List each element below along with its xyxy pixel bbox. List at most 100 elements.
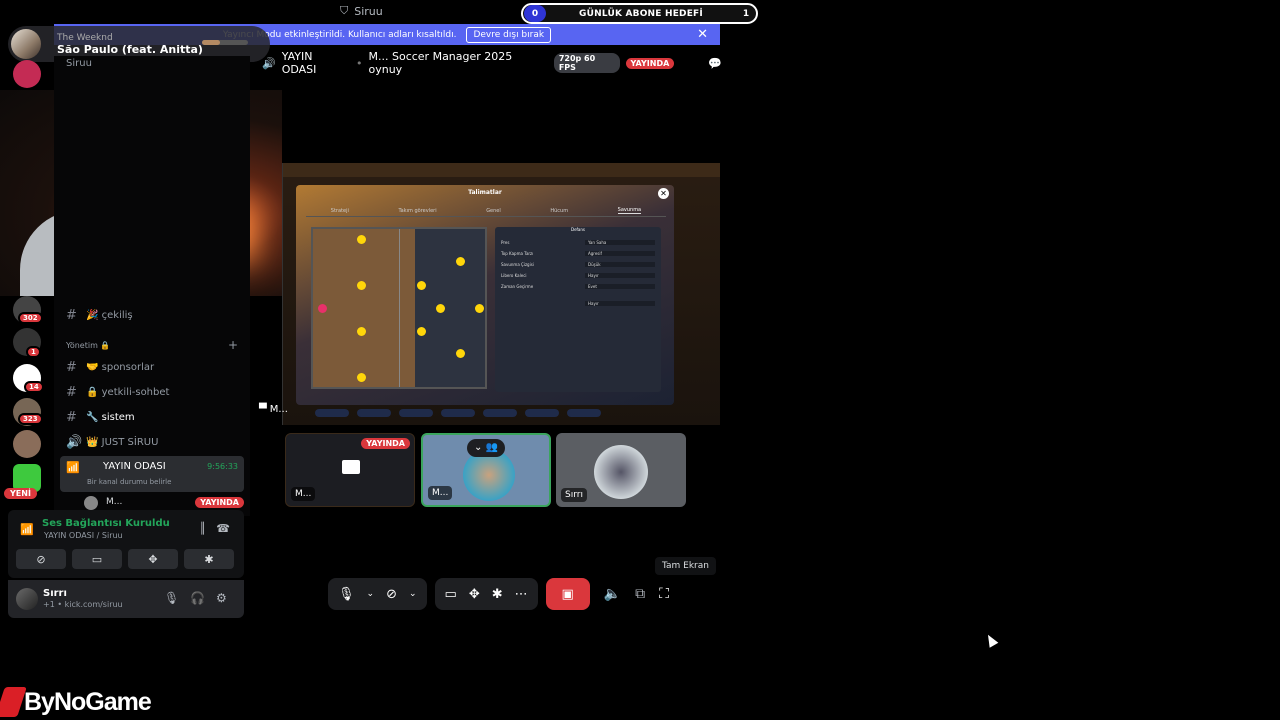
hash-icon: # <box>66 410 77 425</box>
avatar <box>594 445 648 499</box>
goal-label: GÜNLÜK ABONE HEDEFİ <box>579 8 703 19</box>
mic-icon[interactable]: 🎙 <box>338 587 355 602</box>
noise-suppression-icon[interactable]: ║ <box>199 522 206 535</box>
activities-button[interactable]: ✥ <box>128 549 178 569</box>
voice-room-name: YAYIN ODASI <box>103 461 166 472</box>
player-dot <box>357 281 366 290</box>
thumb-live-badge: YAYINDA <box>361 438 410 449</box>
stream-thumbnail[interactable]: YAYINDA M... <box>285 433 415 507</box>
dialog-tabs: Strateji Takım görevleri Genel Hücum Sav… <box>306 205 666 217</box>
server-icon-1[interactable] <box>13 60 41 88</box>
gear-icon[interactable]: ⚙ <box>216 591 227 605</box>
server-name[interactable]: Siruu <box>66 58 92 69</box>
thumb-label: M... <box>291 487 316 501</box>
server-icon-6[interactable] <box>13 430 41 458</box>
game-instructions-dialog: Talimatlar ✕ Strateji Takım görevleri Ge… <box>296 185 674 405</box>
user-panel: Sırrı +1 • kick.com/siruu 🎙 🎧 ⚙ <box>8 580 244 618</box>
voice-connection-panel: 📶 Ses Bağlantısı Kuruldu YAYIN ODASI / S… <box>8 510 244 578</box>
settings-section-title: Defans <box>570 227 586 232</box>
setting-row: Savunma Çizgisi Düşük <box>501 260 655 269</box>
mic-icon[interactable]: 🎙 <box>164 591 179 605</box>
stream-quality-badge: 720p 60 FPS <box>553 53 620 73</box>
window-title: ⛉ Siruu <box>340 3 383 19</box>
now-playing-progress <box>202 40 248 45</box>
thumb-label: M... <box>428 486 453 500</box>
goal-current: 0 <box>524 5 546 22</box>
channel-just-siruu[interactable]: 🔊 👑 JUST SİRUU <box>66 435 158 450</box>
room-name[interactable]: YAYIN ODASI <box>282 50 350 76</box>
disable-streamer-mode-button[interactable]: Devre dışı bırak <box>466 26 552 43</box>
logo-text: ByNoGame <box>24 687 152 716</box>
call-controls: 🎙 ⌄ ⊘ ⌄ ▭ ✥ ✱ ⋯ ▣ 🔈 ⧉ ⛶ <box>328 578 718 610</box>
setting-row: Pres Yarı Saha <box>501 238 655 247</box>
hash-icon: # <box>66 385 77 400</box>
mouse-cursor <box>983 632 999 648</box>
live-badge: YAYINDA <box>625 57 675 69</box>
player-dot <box>475 304 484 313</box>
sub-goal-bar: 0 GÜNLÜK ABONE HEDEFİ 1 <box>521 3 758 24</box>
logo-mark <box>0 687 27 717</box>
tab-takim-gorevleri: Takım görevleri <box>398 207 437 214</box>
chevron-down-icon[interactable]: ⌄ <box>367 589 375 599</box>
server-rail: 302 1 14 323 <box>0 56 54 516</box>
voice-timer: 9:56:33 <box>207 462 238 471</box>
formation-pitch <box>311 227 487 389</box>
avatar <box>84 496 98 510</box>
more-icon[interactable]: ⋯ <box>515 587 528 602</box>
fullscreen-icon[interactable]: ⛶ <box>659 586 669 602</box>
channel-cekilis[interactable]: # 🎉 çekiliş <box>66 308 133 323</box>
player-dot <box>436 304 445 313</box>
channel-sistem[interactable]: # 🔧 sistem <box>66 410 135 425</box>
voice-active-icon: 📶 <box>66 461 80 474</box>
tab-hucum: Hücum <box>550 207 569 214</box>
chevron-down-icon[interactable]: ⌄ <box>409 589 417 599</box>
stop-stream-button[interactable]: ▣ <box>545 578 590 610</box>
hash-icon: # <box>66 360 77 375</box>
player-dot <box>417 327 426 336</box>
voice-status-text[interactable]: Bir kanal durumu belirle <box>87 478 171 486</box>
member-live-badge: YAYINDA <box>195 497 244 508</box>
camera-off-icon[interactable]: ⊘ <box>386 587 397 602</box>
participant-tile[interactable]: ⌄ 👥 M... <box>421 433 551 507</box>
tab-savunma: Savunma <box>617 207 642 214</box>
tile-actions[interactable]: ⌄ 👥 <box>467 439 505 457</box>
screen-share-icon[interactable]: ▭ <box>445 587 457 602</box>
signal-icon[interactable]: 📶 <box>20 523 34 536</box>
chat-icon[interactable]: 💬 <box>708 57 722 70</box>
popout-icon[interactable]: ⧉ <box>635 586 645 602</box>
channel-yetkili-sohbet[interactable]: # 🔒 yetkili-sohbet <box>66 385 169 400</box>
channel-yayin-odasi[interactable]: 📶 YAYIN ODASI 9:56:33 Bir kanal durumu b… <box>60 456 244 492</box>
banner-close-icon[interactable]: ✕ <box>697 27 708 42</box>
voice-status[interactable]: Ses Bağlantısı Kuruldu <box>42 518 170 529</box>
channel-sponsorlar[interactable]: # 🤝 sponsorlar <box>66 360 154 375</box>
soundboard-icon[interactable]: ✱ <box>492 587 503 602</box>
setting-row: Hayır <box>501 299 655 308</box>
bynogame-logo: ByNoGame <box>0 684 152 720</box>
server-count: 1 <box>26 346 41 358</box>
headphones-icon[interactable]: 🎧 <box>190 591 205 605</box>
activities-icon[interactable]: ✥ <box>469 587 480 602</box>
user-status: +1 • kick.com/siruu <box>43 600 123 609</box>
participant-tile[interactable]: Sırrı <box>556 433 686 507</box>
camera-off-button[interactable]: ⊘ <box>16 549 66 569</box>
setting-row: Top Kapma Tarzı Agresif <box>501 249 655 258</box>
server-count: 14 <box>24 381 44 393</box>
speaker-icon: 🔊 <box>66 435 83 450</box>
disconnect-icon[interactable]: ☎ <box>216 522 230 535</box>
category-yonetim[interactable]: Yönetim 🔒 <box>66 341 110 350</box>
voice-channel[interactable]: YAYIN ODASI / Siruu <box>44 531 123 540</box>
defense-settings-panel: Defans Pres Yarı Saha Top Kapma Tarzı Agre… <box>495 227 661 392</box>
window-title-text: Siruu <box>354 4 383 18</box>
new-badge: YENİ <box>4 488 37 499</box>
add-channel-icon[interactable]: + <box>228 338 238 352</box>
user-name[interactable]: Sırrı <box>43 588 67 599</box>
speaker-icon: 🔊 <box>262 56 276 70</box>
share-group: ▭ ✥ ✱ ⋯ <box>434 578 538 610</box>
screen-share-button[interactable]: ▭ <box>72 549 122 569</box>
soundboard-button[interactable]: ✱ <box>184 549 234 569</box>
player-dot <box>417 281 426 290</box>
now-playing-song: São Paulo (feat. Anitta) <box>57 42 203 56</box>
user-avatar[interactable] <box>16 588 38 610</box>
server-icon: ⛉ <box>340 4 349 17</box>
volume-icon[interactable]: 🔈 <box>604 586 621 602</box>
